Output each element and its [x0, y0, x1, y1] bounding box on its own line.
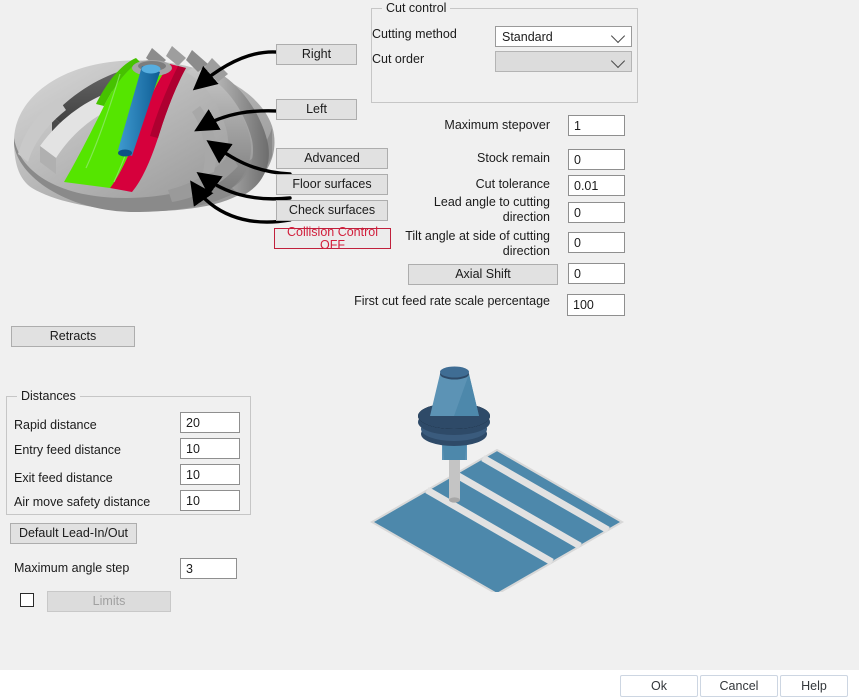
limits-checkbox[interactable] — [20, 593, 34, 607]
air-move-safety-distance-input[interactable]: 10 — [180, 490, 240, 511]
first-cut-feed-rate-label: First cut feed rate scale percentage — [354, 294, 550, 308]
cut-tolerance-label: Cut tolerance — [475, 177, 550, 191]
cutting-method-label: Cutting method — [372, 27, 457, 41]
stock-remain-input[interactable]: 0 — [568, 149, 625, 170]
toolpath-graphic — [369, 366, 625, 592]
stock-remain-label: Stock remain — [477, 151, 550, 165]
axial-shift-input[interactable]: 0 — [568, 263, 625, 284]
axial-shift-button[interactable]: Axial Shift — [408, 264, 558, 285]
ok-button[interactable]: Ok — [620, 675, 698, 697]
cutting-method-value: Standard — [502, 29, 553, 44]
tilt-angle-input[interactable]: 0 — [568, 232, 625, 253]
floor-surfaces-button[interactable]: Floor surfaces — [276, 174, 388, 195]
maximum-angle-step-label: Maximum angle step — [14, 561, 130, 575]
entry-feed-distance-label: Entry feed distance — [14, 443, 122, 457]
cut-control-title: Cut control — [382, 1, 451, 15]
maximum-stepover-label: Maximum stepover — [444, 118, 550, 132]
retracts-button[interactable]: Retracts — [11, 326, 135, 347]
entry-feed-distance-input[interactable]: 10 — [180, 438, 240, 459]
cut-tolerance-input[interactable]: 0.01 — [568, 175, 625, 196]
air-move-safety-distance-label: Air move safety distance — [14, 495, 151, 509]
right-button[interactable]: Right — [276, 44, 357, 65]
maximum-angle-step-input[interactable]: 3 — [180, 558, 237, 579]
default-lead-in-out-button[interactable]: Default Lead-In/Out — [10, 523, 137, 544]
cut-order-combo[interactable] — [495, 51, 632, 72]
lead-angle-input[interactable]: 0 — [568, 202, 625, 223]
advanced-button[interactable]: Advanced — [276, 148, 388, 169]
limits-button[interactable]: Limits — [47, 591, 171, 612]
dialog-button-bar: Ok Cancel Help — [0, 670, 859, 699]
cancel-button[interactable]: Cancel — [700, 675, 778, 697]
check-surfaces-button[interactable]: Check surfaces — [276, 200, 388, 221]
cutting-method-combo[interactable]: Standard — [495, 26, 632, 47]
left-button[interactable]: Left — [276, 99, 357, 120]
tilt-angle-label: Tilt angle at side of cutting direction — [405, 229, 550, 258]
rapid-distance-input[interactable]: 20 — [180, 412, 240, 433]
lead-angle-label: Lead angle to cutting direction — [433, 195, 550, 224]
exit-feed-distance-input[interactable]: 10 — [180, 464, 240, 485]
rapid-distance-label: Rapid distance — [14, 418, 97, 432]
chevron-down-icon — [610, 28, 626, 43]
cut-order-label: Cut order — [372, 52, 425, 66]
help-button[interactable]: Help — [780, 675, 848, 697]
maximum-stepover-input[interactable]: 1 — [568, 115, 625, 136]
chevron-down-icon — [610, 53, 626, 68]
exit-feed-distance-label: Exit feed distance — [14, 471, 113, 485]
distances-title: Distances — [17, 389, 80, 403]
first-cut-feed-rate-input[interactable]: 100 — [567, 294, 625, 316]
collision-control-button[interactable]: Collision Control OFF — [274, 226, 391, 251]
